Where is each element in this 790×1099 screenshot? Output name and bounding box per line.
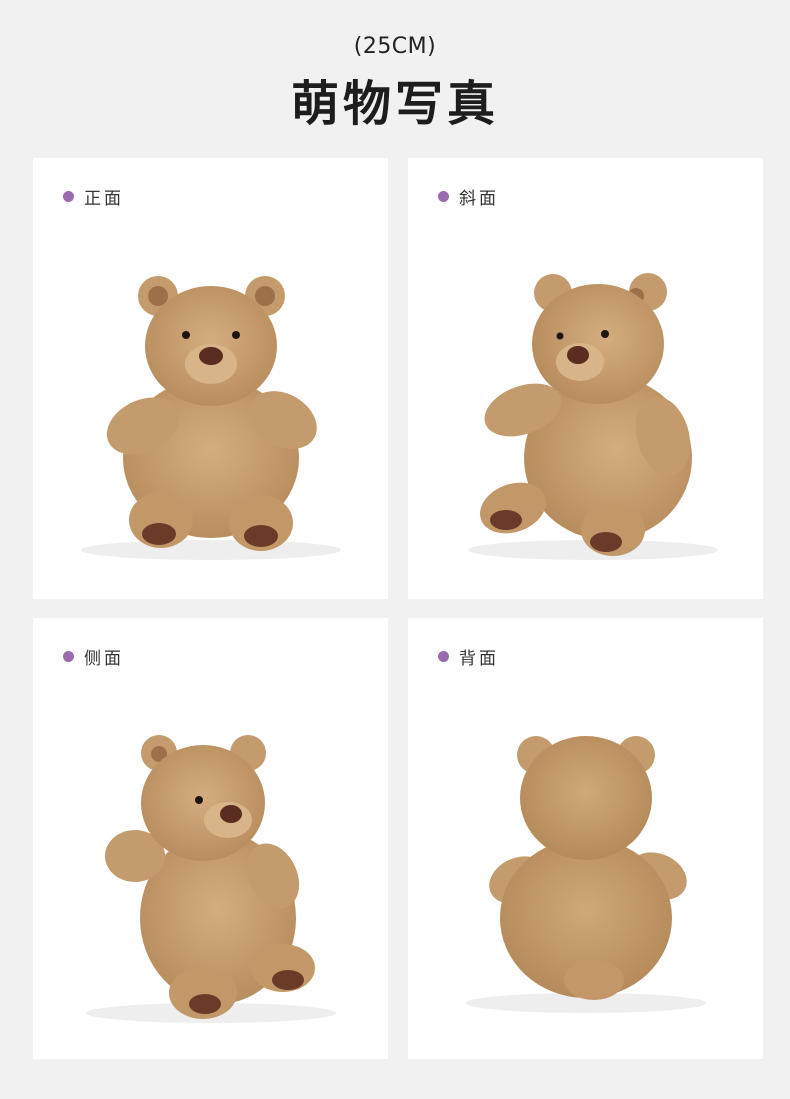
page-header: (25CM) 萌物写真 xyxy=(0,0,790,150)
teddy-bear-side-image xyxy=(86,735,336,1023)
teddy-bear-front-image xyxy=(81,276,341,560)
photo-card-angled: 斜面 xyxy=(408,158,763,599)
size-subtitle: (25CM) xyxy=(353,34,437,59)
page-title: 萌物写真 xyxy=(290,76,499,132)
photo-card-back: 背面 xyxy=(408,618,763,1059)
photo-card-side: 侧面 xyxy=(33,618,388,1059)
teddy-bear-angled-image xyxy=(468,273,718,560)
photo-card-front: 正面 xyxy=(33,158,388,599)
teddy-bear-back-image xyxy=(466,736,706,1013)
